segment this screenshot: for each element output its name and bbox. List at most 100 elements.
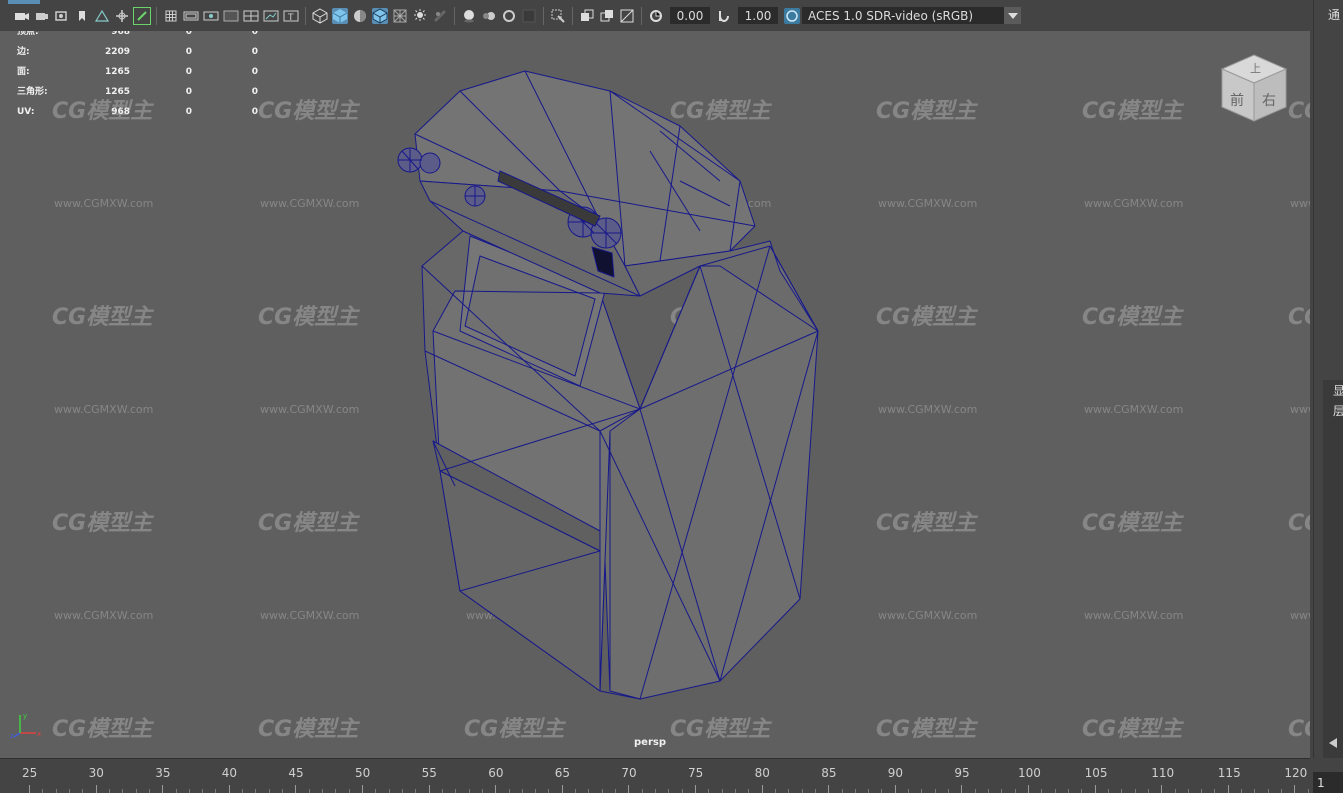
timeline-minor-tick bbox=[615, 789, 617, 793]
timeline-tick bbox=[29, 785, 30, 793]
timeline-minor-tick bbox=[1201, 789, 1203, 793]
timeline-minor-tick bbox=[1001, 789, 1003, 793]
color-space-dropdown[interactable]: ACES 1.0 SDR-video (sRGB) bbox=[802, 7, 1021, 24]
camera-attributes-icon[interactable] bbox=[34, 8, 50, 24]
2d-pan-zoom-icon[interactable] bbox=[94, 8, 110, 24]
exposure-icon[interactable] bbox=[648, 8, 664, 24]
bookmark-icon[interactable] bbox=[54, 8, 70, 24]
timeline-minor-tick bbox=[468, 789, 470, 793]
use-default-material-icon[interactable] bbox=[352, 8, 368, 24]
timeline-minor-tick bbox=[242, 789, 244, 793]
time-slider[interactable]: 25 30 35 40 45 50 55 60 65 70 75 80 85 90 95 100 105 110 1… bbox=[0, 758, 1310, 793]
pan-zoom-icon[interactable] bbox=[114, 8, 130, 24]
hud-row: 三角形: 1265 0 0 bbox=[17, 82, 258, 102]
timeline-minor-tick bbox=[401, 789, 403, 793]
timeline-minor-tick bbox=[135, 789, 137, 793]
timeline-minor-tick bbox=[774, 789, 776, 793]
grease-pencil-icon[interactable] bbox=[133, 6, 151, 25]
timeline-tick-label: 95 bbox=[954, 766, 970, 780]
timeline-tick-label: 50 bbox=[355, 766, 371, 780]
timeline-minor-tick bbox=[1014, 789, 1016, 793]
safe-action-icon[interactable] bbox=[263, 8, 279, 24]
timeline-minor-tick bbox=[841, 789, 843, 793]
toolbar-divider bbox=[543, 6, 544, 25]
gamma-icon[interactable] bbox=[716, 8, 732, 24]
timeline-tick-label: 30 bbox=[88, 766, 104, 780]
timeline-tick bbox=[828, 785, 830, 793]
hud-value: 1265 bbox=[104, 67, 130, 77]
wireframe-on-shaded-icon[interactable] bbox=[372, 7, 388, 24]
smooth-shade-icon[interactable] bbox=[332, 7, 348, 24]
timeline-tick bbox=[228, 785, 230, 793]
layer-tab-label[interactable]: 层 bbox=[1333, 402, 1343, 419]
timeline-tick-label: 60 bbox=[488, 766, 504, 780]
timeline-minor-tick bbox=[575, 789, 577, 793]
field-chart-icon[interactable] bbox=[243, 8, 259, 24]
hud-label: 面: bbox=[17, 67, 30, 77]
timeline-minor-tick bbox=[881, 789, 883, 793]
timeline-minor-tick bbox=[708, 789, 710, 793]
hud-value: 0 bbox=[185, 87, 192, 97]
poly-count-hud: 顶点: 968 0 0 边: 2209 0 0 面: 1265 0 0 三角形: 1265 0 0 UV: 968… bbox=[17, 31, 258, 122]
hud-value: 0 bbox=[251, 67, 258, 77]
timeline-tick bbox=[495, 785, 497, 793]
wireframe-icon[interactable] bbox=[312, 7, 328, 24]
timeline-minor-tick bbox=[108, 789, 110, 793]
toolbar-divider bbox=[454, 6, 455, 25]
depth-of-field-icon[interactable] bbox=[521, 8, 537, 24]
texture-icon[interactable] bbox=[619, 8, 635, 24]
screen-space-ao-icon[interactable] bbox=[461, 8, 477, 24]
chevron-down-icon[interactable] bbox=[1004, 7, 1021, 24]
timeline-minor-tick bbox=[68, 789, 70, 793]
timeline-tick-label: 65 bbox=[554, 766, 571, 780]
image-plane-icon[interactable] bbox=[74, 8, 90, 24]
toolbar-divider bbox=[305, 6, 306, 25]
mailbox-wireframe-model[interactable] bbox=[0, 31, 1310, 758]
film-gate-icon[interactable] bbox=[183, 8, 199, 24]
timeline-tick bbox=[1161, 785, 1163, 793]
timeline-minor-tick bbox=[282, 789, 284, 793]
motion-blur-icon[interactable] bbox=[481, 8, 497, 24]
resolution-gate-icon[interactable] bbox=[203, 8, 219, 24]
timeline-minor-tick bbox=[348, 789, 350, 793]
isolate-select-icon[interactable] bbox=[550, 8, 566, 24]
gamma-field[interactable]: 1.00 bbox=[738, 7, 778, 24]
toolbar-divider bbox=[641, 6, 642, 25]
timeline-minor-tick bbox=[988, 789, 990, 793]
timeline-minor-tick bbox=[668, 789, 670, 793]
timeline-tick bbox=[162, 785, 164, 793]
chevron-left-icon[interactable] bbox=[1329, 738, 1337, 748]
safe-title-icon[interactable]: T bbox=[283, 8, 299, 24]
timeline-minor-tick bbox=[202, 789, 204, 793]
timeline-tick bbox=[362, 785, 363, 793]
timeline-minor-tick bbox=[308, 789, 310, 793]
shadows-icon[interactable] bbox=[432, 8, 448, 24]
use-all-lights-icon[interactable] bbox=[412, 8, 428, 24]
layer-panel-strip[interactable]: 显 层 bbox=[1323, 380, 1343, 758]
camera-label: persp bbox=[634, 737, 666, 748]
panel-tab-label[interactable]: 通 bbox=[1328, 6, 1340, 23]
view-cube[interactable]: 上 前 右 bbox=[1218, 51, 1290, 131]
camera-select-icon[interactable] bbox=[14, 8, 30, 24]
gate-mask-icon[interactable] bbox=[223, 8, 239, 24]
timeline-tick-label: 100 bbox=[1018, 766, 1041, 780]
component-xray-icon[interactable] bbox=[599, 8, 615, 24]
viewcube-front-label: 前 bbox=[1230, 92, 1244, 109]
timeline-minor-tick bbox=[268, 789, 270, 793]
timeline-minor-tick bbox=[748, 789, 750, 793]
timeline-tick-label: 115 bbox=[1217, 766, 1241, 780]
multisample-aa-icon[interactable] bbox=[501, 8, 517, 24]
xray-icon[interactable] bbox=[392, 8, 408, 24]
timeline-tick bbox=[761, 785, 763, 793]
timeline-minor-tick bbox=[388, 789, 390, 793]
hud-label: 顶点: bbox=[17, 31, 39, 37]
timeline-tick-label: 90 bbox=[887, 766, 904, 780]
display-tab-label[interactable]: 显 bbox=[1333, 382, 1343, 399]
xray-active-icon[interactable] bbox=[579, 8, 595, 24]
color-management-icon[interactable] bbox=[784, 7, 800, 24]
timeline-tick-label: 110 bbox=[1151, 766, 1175, 780]
exposure-field[interactable]: 0.00 bbox=[670, 7, 710, 24]
grid-icon[interactable] bbox=[163, 8, 179, 24]
3d-viewport[interactable]: CG模型主 CG模型主 CG模型主 CG模型主 www.CGMXW.com www.CGM… bbox=[0, 31, 1310, 758]
current-frame-field[interactable]: 1 bbox=[1313, 772, 1343, 793]
